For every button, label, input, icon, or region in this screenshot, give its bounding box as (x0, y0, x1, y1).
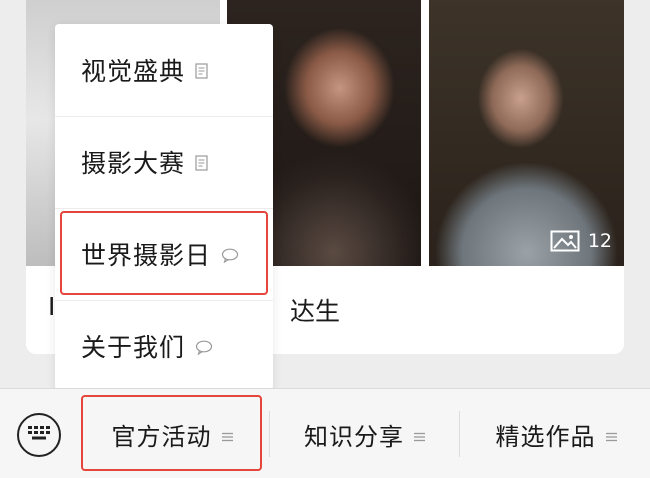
tab-divider (269, 411, 270, 457)
document-icon (195, 56, 208, 85)
photo-count: 12 (587, 230, 612, 252)
menu-item-label: 摄影大赛 (81, 149, 186, 178)
menu-item-photo-contest[interactable]: 摄影大赛 (55, 116, 273, 208)
gallery-icon (550, 230, 580, 252)
document-icon (195, 148, 208, 177)
tab-label: 精选作品 (495, 422, 596, 451)
photo-count-badge: 12 (550, 230, 612, 252)
menu-item-visual-gala[interactable]: 视觉盛典 (55, 24, 273, 116)
keyboard-icon (26, 424, 52, 446)
menu-item-label: 关于我们 (81, 333, 186, 362)
chat-bubble-icon (195, 332, 213, 361)
tab-highlight (81, 395, 262, 471)
menu-lines-icon (414, 420, 425, 448)
caption-end: 达生 (290, 297, 341, 326)
tab-divider (459, 411, 460, 457)
menu-lines-icon (605, 420, 617, 448)
keyboard-button[interactable] (17, 413, 61, 457)
right-photo[interactable]: 12 (429, 0, 624, 266)
menu-item-highlight (60, 211, 268, 295)
tab-knowledge-share[interactable]: 知识分享 (272, 389, 457, 478)
tab-label: 知识分享 (304, 422, 404, 451)
menu-item-label: 视觉盛典 (81, 57, 186, 86)
popup-menu: 视觉盛典 摄影大赛 世界摄影日 关于我们 (55, 24, 273, 390)
tab-selected-works[interactable]: 精选作品 (462, 389, 650, 478)
menu-item-about-us[interactable]: 关于我们 (55, 300, 273, 392)
